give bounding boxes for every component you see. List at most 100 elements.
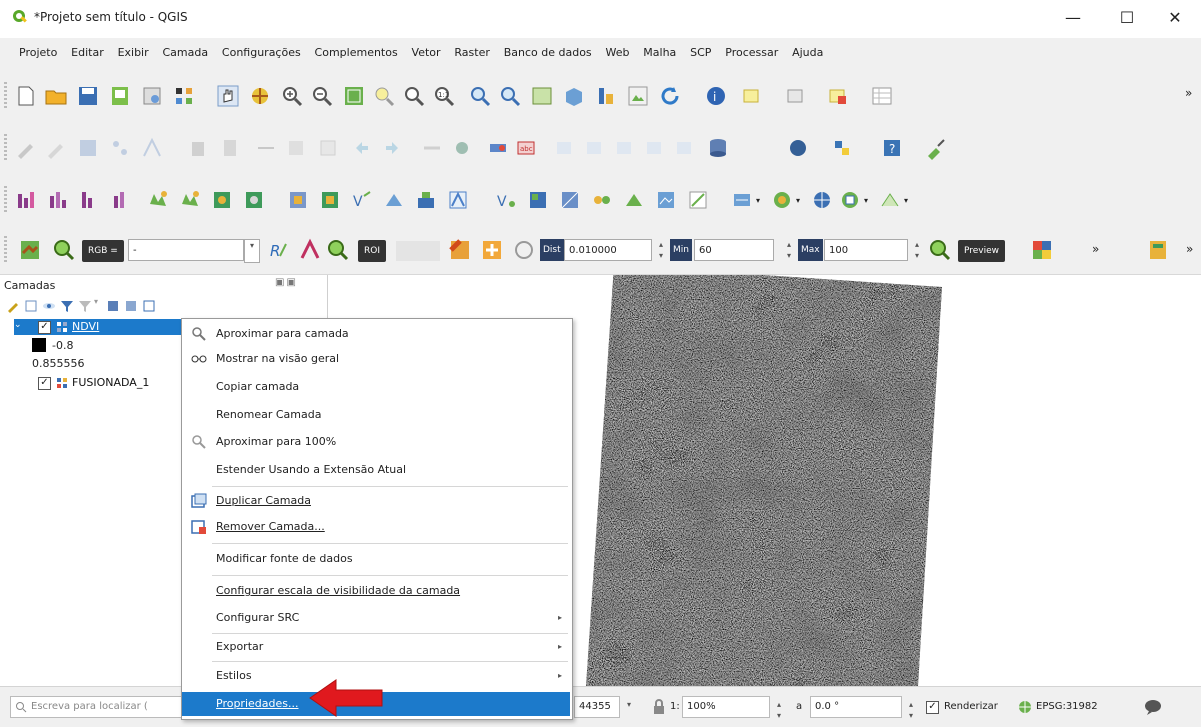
- coordinate-dropdown-icon[interactable]: ▾: [622, 699, 636, 715]
- zoom-native-icon[interactable]: 1:1: [432, 84, 456, 108]
- add-mesh-layer-icon[interactable]: [210, 188, 234, 212]
- filter-legend-icon[interactable]: [60, 299, 74, 313]
- add-wfs-icon[interactable]: [382, 188, 406, 212]
- menu-item-export[interactable]: Exportar ▸: [182, 635, 570, 659]
- current-edits-icon[interactable]: [14, 136, 38, 160]
- add-vector-layer-icon[interactable]: [146, 188, 170, 212]
- lock-scale-icon[interactable]: [652, 699, 666, 715]
- menu-item-stretch-extent[interactable]: Estender Usando a Extensão Atual: [182, 458, 570, 482]
- save-edits-icon[interactable]: [76, 136, 100, 160]
- new-project-icon[interactable]: [14, 84, 38, 108]
- dropdown-arrow-icon[interactable]: ▾: [864, 196, 868, 205]
- database-icon[interactable]: [706, 136, 730, 160]
- pin-labels-icon[interactable]: [450, 136, 474, 160]
- refresh-icon[interactable]: [658, 84, 682, 108]
- map-themes-icon[interactable]: [626, 84, 650, 108]
- redo-roi-icon[interactable]: [512, 238, 536, 262]
- show-labels-icon[interactable]: [672, 136, 696, 160]
- maximize-button[interactable]: ☐: [1104, 4, 1150, 32]
- histogram-icon[interactable]: [46, 188, 70, 212]
- copy-features-icon[interactable]: [254, 136, 278, 160]
- coordinate-field[interactable]: 44355: [574, 696, 620, 718]
- zoom-preview-icon[interactable]: [928, 238, 952, 262]
- identify-icon[interactable]: i: [704, 84, 728, 108]
- menu-item-duplicate-layer[interactable]: Duplicar Camada: [182, 489, 570, 513]
- layer-visibility-checkbox[interactable]: ✓: [38, 377, 51, 390]
- add-feature-icon[interactable]: [108, 136, 132, 160]
- minimize-button[interactable]: —: [1050, 4, 1096, 32]
- vertex-tool-icon[interactable]: [140, 136, 164, 160]
- move-label-icon[interactable]: [582, 136, 606, 160]
- menu-item-zoom-to-layer[interactable]: Aproximar para camada: [182, 322, 570, 346]
- add-roi-icon[interactable]: [480, 238, 504, 262]
- new-shapefile-icon[interactable]: [622, 188, 646, 212]
- label-tool-icon[interactable]: [486, 136, 510, 160]
- pan-to-selection-icon[interactable]: [248, 84, 272, 108]
- menu-projeto[interactable]: Projeto: [14, 38, 62, 68]
- panel-float-close-icon[interactable]: ▣▣: [275, 277, 298, 288]
- add-xyz-icon[interactable]: [446, 188, 470, 212]
- rotation-spinner[interactable]: ▴ ▾: [904, 699, 918, 720]
- paste-layer-icon[interactable]: [316, 136, 340, 160]
- add-postgis-icon[interactable]: [318, 188, 342, 212]
- scp-overflow[interactable]: »: [1092, 242, 1099, 256]
- min-input[interactable]: 60: [694, 239, 774, 261]
- menu-processar[interactable]: Processar: [720, 38, 783, 68]
- raster-calculator-icon[interactable]: [14, 188, 38, 212]
- zoom-out-icon[interactable]: [310, 84, 334, 108]
- add-wcs-icon[interactable]: [526, 188, 550, 212]
- remove-layer-icon[interactable]: [142, 299, 156, 313]
- menu-item-remove-layer[interactable]: Remover Camada...: [182, 515, 570, 539]
- new-gpx-icon[interactable]: [730, 188, 754, 212]
- zoom-full-icon[interactable]: [342, 84, 366, 108]
- new-print-layout-icon[interactable]: [108, 84, 132, 108]
- layer-row-ndvi[interactable]: ⌄ ✓ NDVI: [14, 319, 184, 335]
- zoom-layer-icon[interactable]: [402, 84, 426, 108]
- max-spinner[interactable]: ▴ ▾: [910, 239, 924, 261]
- delete-selected-icon[interactable]: [186, 136, 210, 160]
- python-icon[interactable]: [830, 136, 854, 160]
- zoom-in-icon[interactable]: [280, 84, 304, 108]
- style-panel-icon[interactable]: [6, 299, 20, 313]
- scp-zoom-icon[interactable]: [52, 238, 76, 262]
- raster-bands-icon[interactable]: [78, 188, 102, 212]
- menu-item-change-data-source[interactable]: Modificar fonte de dados: [182, 547, 570, 571]
- add-wms-dropdown-icon[interactable]: [810, 188, 834, 212]
- menu-editar[interactable]: Editar: [66, 38, 109, 68]
- dropdown-arrow-icon[interactable]: ▾: [756, 196, 760, 205]
- menu-configuracoes[interactable]: Configurações: [217, 38, 306, 68]
- zoom-roi-icon[interactable]: [326, 238, 350, 262]
- expand-all-icon[interactable]: [106, 299, 120, 313]
- magnifier-spinner[interactable]: ▴ ▾: [772, 699, 786, 720]
- min-spinner[interactable]: ▴ ▾: [782, 239, 796, 261]
- menu-item-rename-layer[interactable]: Renomear Camada: [182, 403, 570, 427]
- collapse-arrow-icon[interactable]: ⌄: [14, 320, 22, 330]
- new-temp-layer-icon[interactable]: [686, 188, 710, 212]
- menu-item-zoom-native[interactable]: Aproximar para 100%: [182, 430, 570, 454]
- classification-preview-icon[interactable]: [1030, 238, 1054, 262]
- toolbar-grip[interactable]: [4, 134, 7, 162]
- zoom-next-icon[interactable]: [498, 84, 522, 108]
- crs-button[interactable]: EPSG:31982: [1036, 701, 1098, 712]
- undo-icon[interactable]: [350, 136, 374, 160]
- rotation-field[interactable]: 0.0 °: [810, 696, 902, 718]
- paste-features-icon[interactable]: [284, 136, 308, 160]
- menu-item-set-scale-visibility[interactable]: Configurar escala de visibilidade da cam…: [182, 579, 570, 603]
- add-pointcloud-icon[interactable]: [558, 188, 582, 212]
- deselect-icon[interactable]: [826, 84, 850, 108]
- scp-dock-icon[interactable]: [18, 238, 42, 262]
- create-roi-icon[interactable]: [448, 238, 472, 262]
- locator-search-input[interactable]: Escreva para localizar (: [10, 696, 190, 718]
- dropdown-arrow-icon[interactable]: ▾: [904, 196, 908, 205]
- dist-input[interactable]: 0.010000: [564, 239, 652, 261]
- menu-web[interactable]: Web: [600, 38, 634, 68]
- dropdown-arrow-icon[interactable]: ▾: [796, 196, 800, 205]
- toolbar-grip[interactable]: [4, 186, 7, 214]
- add-wms-icon[interactable]: [414, 188, 438, 212]
- new-3d-map-icon[interactable]: [562, 84, 586, 108]
- open-project-icon[interactable]: [44, 84, 68, 108]
- scp-overflow-2-icon[interactable]: »: [1186, 242, 1193, 256]
- toggle-editing-icon[interactable]: [44, 136, 68, 160]
- cut-features-icon[interactable]: [218, 136, 242, 160]
- magnifier-field[interactable]: 100%: [682, 696, 770, 718]
